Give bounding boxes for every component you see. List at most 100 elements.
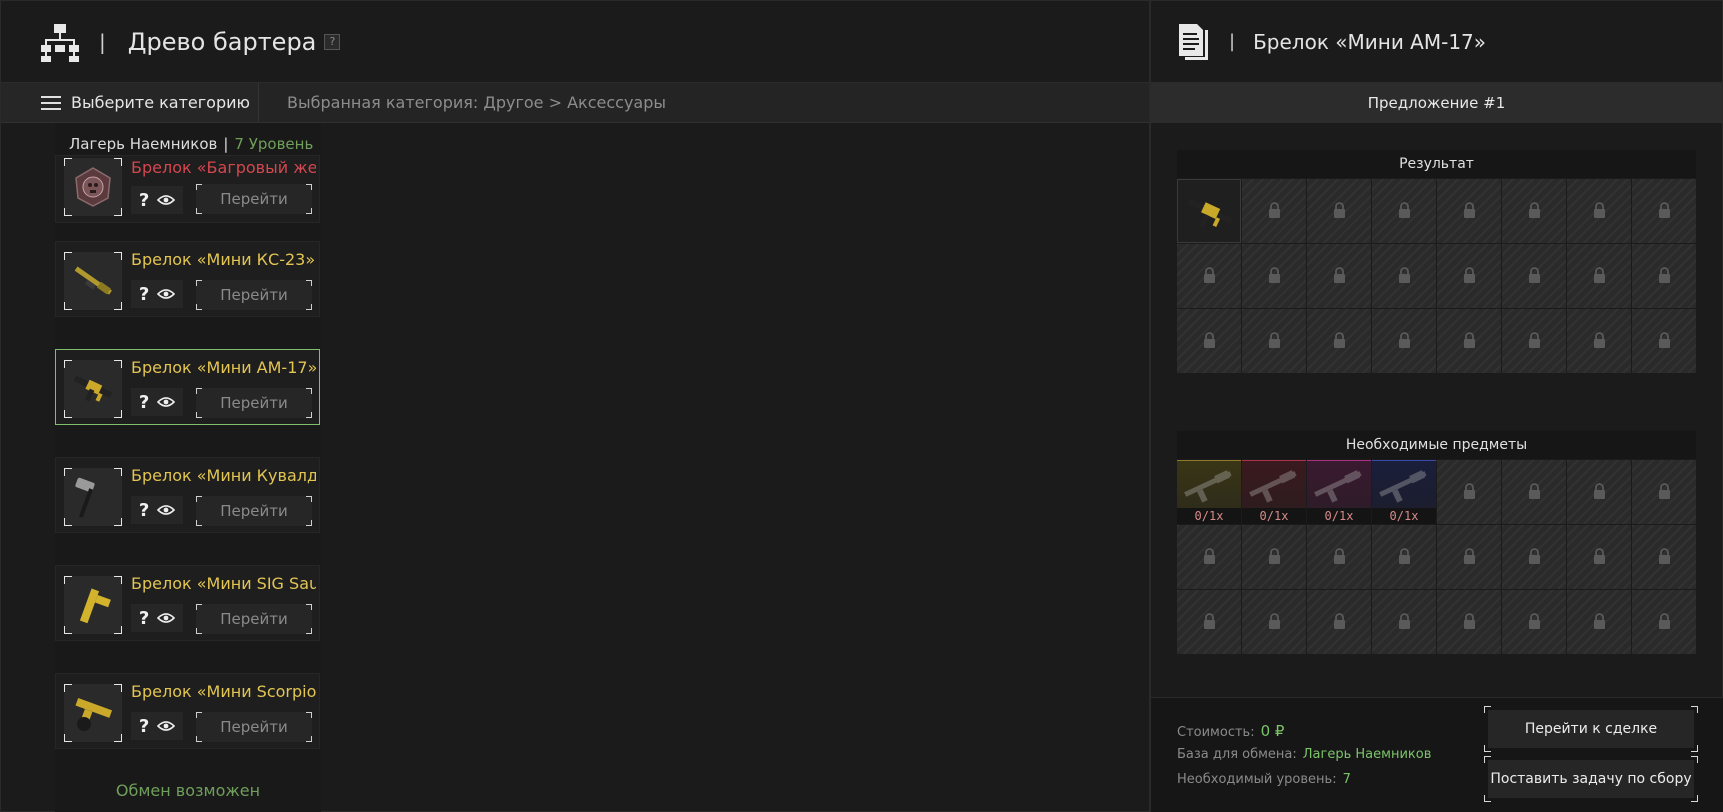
pistol-icon [79,588,111,624]
trader-separator: | [223,135,229,153]
locked-slot [1567,590,1631,654]
go-to-item-button[interactable]: Перейти [196,388,312,418]
lock-icon [1204,613,1215,629]
locked-slot [1437,244,1501,308]
item-name: Брелок «Мини Scorpio.. [131,682,316,701]
locked-slot [1632,525,1696,589]
go-label: Перейти [220,718,288,736]
locked-slot [1502,590,1566,654]
header-separator: | [1229,31,1236,52]
sledgehammer-icon [75,477,95,518]
hierarchy-icon [41,23,79,62]
go-to-item-button[interactable]: Перейти [196,280,312,310]
go-label: Перейти [220,502,288,520]
offer-tab[interactable]: Предложение #1 [1151,83,1722,123]
locked-slot [1567,309,1631,373]
eye-icon[interactable] [157,194,176,206]
lock-icon [1399,548,1410,564]
required-count: 0/1x [1372,508,1436,524]
help-button[interactable]: ? [324,33,341,50]
list-item[interactable]: Брелок «Мини SIG Sau.. ? Перейти [55,565,320,641]
level-value: 7 [1342,772,1351,787]
item-name: Брелок «Мини КС-23» [131,250,316,269]
select-category-button[interactable]: Выберите категорию [1,83,259,122]
lock-icon [1659,548,1670,564]
set-collect-task-button[interactable]: Поставить задачу по сбору [1484,756,1698,802]
required-item-slot[interactable]: 0/1x [1307,460,1371,524]
required-item-slot[interactable]: 0/1x [1242,460,1306,524]
required-items-title: Необходимые предметы [1177,431,1696,459]
locked-slot [1307,179,1371,243]
exchange-status: Обмен возможен [115,781,261,800]
locked-slot [1567,460,1631,524]
cost-label: Стоимость: [1177,725,1255,740]
list-item[interactable]: Брелок «Мини Кувалд.. ? Перейти [55,457,320,533]
go-label: Перейти [220,610,288,628]
go-to-item-button[interactable]: Перейти [196,604,312,634]
list-item[interactable]: Брелок «Багровый жет.. ? Перейти [55,155,320,223]
lock-icon [1659,613,1670,629]
document-icon [1179,23,1208,60]
lock-icon [1659,202,1670,218]
select-category-label: Выберите категорию [71,93,250,112]
base-info: База для обмена: Лагерь Наемников [1177,747,1431,762]
required-items-grid: 0/1x 0/1x 0/1x 0/1x [1177,460,1696,654]
lock-icon [1204,267,1215,283]
level-info: Необходимый уровень: 7 [1177,772,1351,787]
question-icon[interactable]: ? [139,608,149,629]
lock-icon [1334,267,1345,283]
lock-icon [1464,483,1475,499]
item-info-box: ? [131,712,183,740]
eye-icon[interactable] [157,612,176,624]
hamburger-menu-icon [41,95,61,110]
eye-icon[interactable] [157,396,176,408]
item-thumbnail [64,158,122,216]
list-item[interactable]: Брелок «Мини КС-23» ? Перейти [55,241,320,317]
locked-slot [1437,179,1501,243]
item-info-box: ? [131,186,183,214]
go-to-item-button[interactable]: Перейти [196,184,312,214]
go-to-item-button[interactable]: Перейти [196,496,312,526]
locked-slot [1567,179,1631,243]
eye-icon[interactable] [157,720,176,732]
lock-icon [1464,613,1475,629]
rifle-icon [1187,198,1234,228]
lock-icon [1529,613,1540,629]
lock-icon [1204,332,1215,348]
go-to-deal-button[interactable]: Перейти к сделке [1484,706,1698,752]
question-icon[interactable]: ? [139,190,149,211]
trader-info: Лагерь Наемников | 7 Уровень [69,135,313,153]
eye-icon[interactable] [157,288,176,300]
result-item-slot[interactable] [1177,179,1241,243]
lock-icon [1269,332,1280,348]
question-icon[interactable]: ? [139,500,149,521]
item-info-box: ? [131,604,183,632]
lock-icon [1529,483,1540,499]
question-icon[interactable]: ? [139,284,149,305]
item-name: Брелок «Мини Кувалд.. [131,466,316,485]
lock-icon [1659,483,1670,499]
go-label: Перейти [220,394,288,412]
question-icon[interactable]: ? [139,392,149,413]
item-info-box: ? [131,388,183,416]
item-thumbnail [64,684,122,742]
list-item[interactable]: Брелок «Мини Scorpio.. ? Перейти [55,673,320,749]
weapon-silhouette-icon [1314,470,1362,503]
lock-icon [1594,202,1605,218]
lock-icon [1334,548,1345,564]
list-item-selected[interactable]: Брелок «Мини АМ-17» ? Перейти [55,349,320,425]
locked-slot [1502,309,1566,373]
question-icon[interactable]: ? [139,716,149,737]
required-item-slot[interactable]: 0/1x [1177,460,1241,524]
required-item-slot[interactable]: 0/1x [1372,460,1436,524]
eye-icon[interactable] [157,504,176,516]
header-separator: | [99,29,106,54]
locked-slot [1307,590,1371,654]
category-toolbar: Выберите категорию Выбранная категория: … [1,83,1149,123]
lock-icon [1594,267,1605,283]
offer-footer: Стоимость: 0 ₽ База для обмена: Лагерь Нае… [1151,697,1723,812]
go-to-item-button[interactable]: Перейти [196,712,312,742]
locked-slot [1502,244,1566,308]
item-thumbnail [64,576,122,634]
lock-icon [1529,332,1540,348]
